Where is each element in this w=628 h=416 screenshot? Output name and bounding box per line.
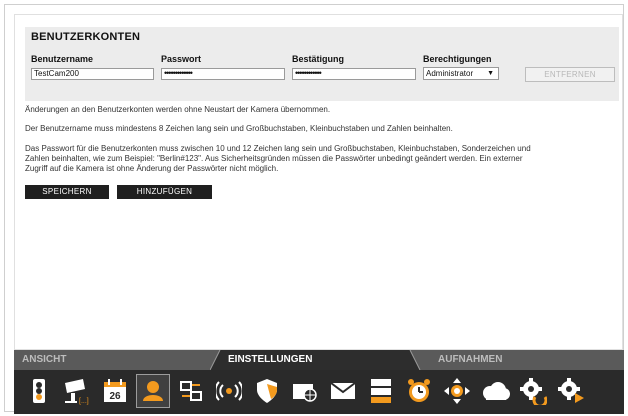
username-column-label: Benutzername [31,54,94,64]
settings-play-icon[interactable] [554,374,588,408]
user-accounts-panel: BENUTZERKONTEN Benutzername Passwort Bes… [25,27,619,101]
page-title: BENUTZERKONTEN [31,31,141,43]
shield-icon[interactable] [250,374,284,408]
remove-button[interactable]: ENTFERNEN [525,67,615,82]
calendar-day-number: 26 [109,391,121,402]
chevron-down-icon: ▼ [487,70,494,77]
tab-view[interactable]: ANSICHT [22,350,202,370]
save-button[interactable]: SPEICHERN [25,185,109,199]
info-text-password-rules-3: Zugriff auf die Kamera ist ohne Änderung… [25,164,279,173]
info-text-password-rules-1: Das Passwort für die Benutzerkonten muss… [25,144,531,153]
username-field[interactable]: TestCam200 [31,68,154,80]
permissions-column-label: Berechtigungen [423,54,492,64]
password-field[interactable]: ••••••••••••• [161,68,285,80]
info-text-password-rules-2: Zahlen beinhalten, wie zum Beispiel: "Be… [25,154,523,163]
alarm-clock-icon[interactable] [402,374,436,408]
page-frame: BENUTZERKONTEN Benutzername Passwort Bes… [4,4,624,414]
svg-text:[...]: [...] [79,398,89,405]
tab-recordings[interactable]: AUFNAHMEN [438,350,588,370]
permission-select-value: Administrator [426,69,474,78]
globe-window-icon[interactable] [288,374,322,408]
network-icon[interactable] [174,374,208,408]
camera-icon[interactable]: [...] [60,374,94,408]
permission-select[interactable]: Administrator ▼ [423,67,499,80]
info-text-restart: Änderungen an den Benutzerkonten werden … [25,105,331,114]
confirm-column-label: Bestätigung [292,54,345,64]
user-icon[interactable] [136,374,170,408]
main-tab-bar: ANSICHT EINSTELLUNGEN AUFNAHMEN [14,350,624,370]
tab-settings[interactable]: EINSTELLUNGEN [228,350,348,370]
settings-refresh-icon[interactable] [516,374,550,408]
confirm-password-field[interactable]: •••••••••••• [292,68,416,80]
wireless-icon[interactable] [212,374,246,408]
storage-icon[interactable] [364,374,398,408]
add-user-button[interactable]: HINZUFÜGEN [117,185,212,199]
settings-icon-bar: [...] 26 [14,370,624,414]
info-text-username-rules: Der Benutzername muss mindestens 8 Zeich… [25,124,453,133]
settings-content: BENUTZERKONTEN Benutzername Passwort Bes… [14,14,623,350]
password-column-label: Passwort [161,54,202,64]
cloud-icon[interactable] [478,374,512,408]
calendar-icon[interactable]: 26 [98,374,132,408]
mail-icon[interactable] [326,374,360,408]
traffic-light-icon[interactable] [22,374,56,408]
move-icon[interactable] [440,374,474,408]
